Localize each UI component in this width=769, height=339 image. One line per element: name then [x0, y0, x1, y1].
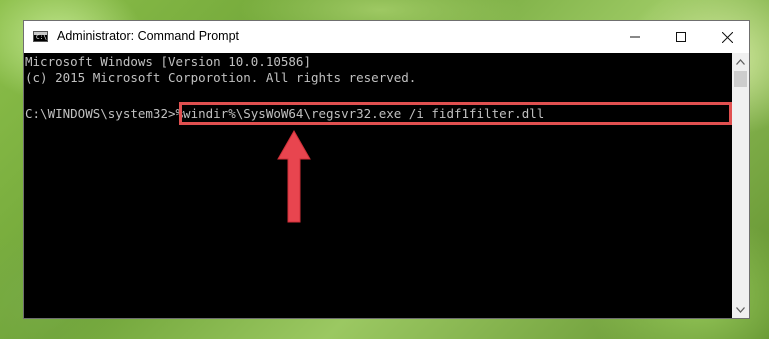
console-output[interactable]: Microsoft Windows [Version 10.0.10586] (… [24, 53, 732, 318]
window-title: Administrator: Command Prompt [57, 29, 240, 43]
chevron-up-icon [736, 58, 745, 65]
maximize-icon [676, 32, 686, 42]
console-prompt: C:\WINDOWS\system32> [25, 106, 176, 121]
command-highlight-box [179, 102, 732, 125]
scroll-down-button[interactable] [732, 301, 749, 318]
cmd-icon: C:\ [33, 31, 48, 42]
up-arrow-icon [277, 129, 311, 223]
console-version-line: Microsoft Windows [Version 10.0.10586] [25, 54, 311, 69]
minimize-button[interactable] [612, 21, 658, 53]
maximize-button[interactable] [658, 21, 704, 53]
close-button[interactable] [704, 21, 750, 53]
vertical-scrollbar[interactable] [732, 53, 749, 318]
chevron-down-icon [736, 306, 745, 313]
console-copyright-line: (c) 2015 Microsoft Corporotion. All righ… [25, 70, 417, 85]
command-prompt-window[interactable]: C:\ Administrator: Command Prompt Micros… [23, 20, 750, 319]
desktop-background: { "window": { "title": "Administrator: C… [0, 0, 769, 339]
minimize-icon [630, 36, 640, 38]
scroll-thumb[interactable] [734, 71, 747, 87]
close-icon [721, 31, 733, 43]
title-bar[interactable]: C:\ Administrator: Command Prompt [24, 21, 749, 53]
scroll-up-button[interactable] [732, 53, 749, 70]
